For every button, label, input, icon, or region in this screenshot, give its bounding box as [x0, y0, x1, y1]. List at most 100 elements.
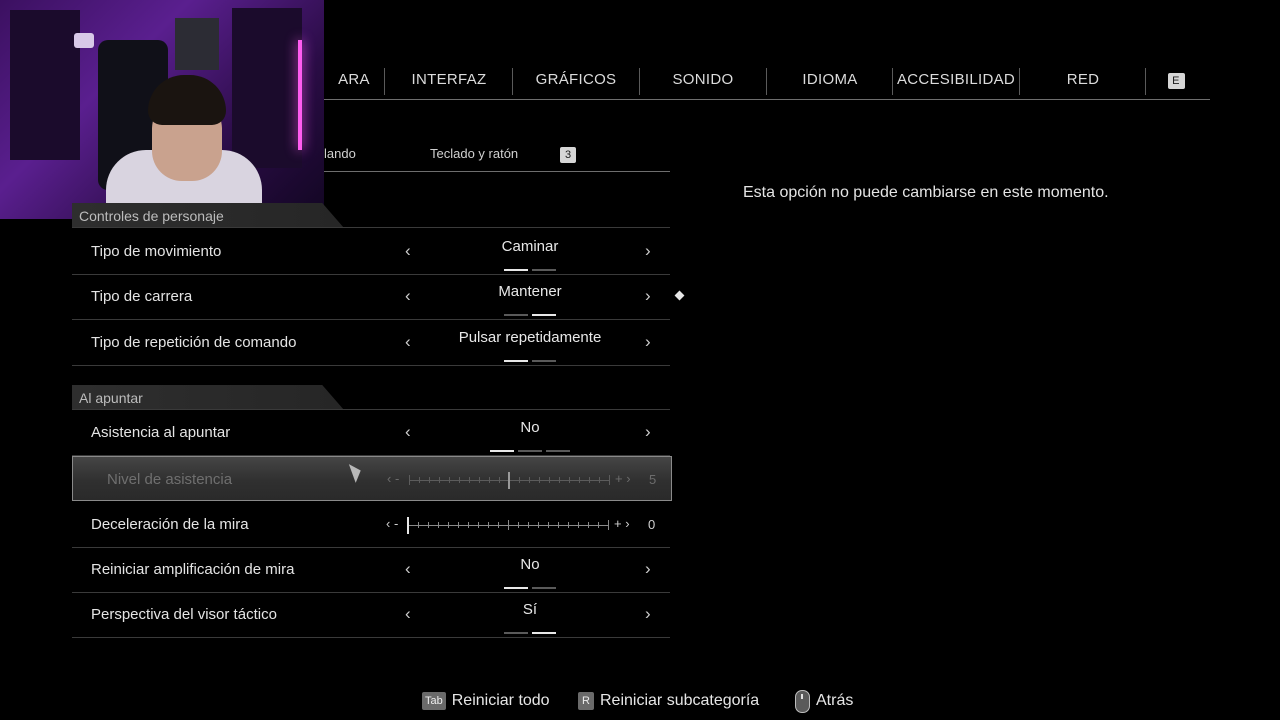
slider-track[interactable] — [407, 517, 609, 534]
subtab-controller[interactable]: lando — [324, 146, 356, 161]
setting-label: Tipo de movimiento — [91, 243, 222, 260]
chevron-left-icon[interactable]: ‹ — [405, 559, 411, 579]
slider-tick — [478, 522, 479, 528]
chevron-left-icon[interactable]: ‹ — [405, 332, 411, 352]
setting-assist-level[interactable]: Nivel de asistencia ‹ - + › 5 — [72, 456, 672, 501]
reticle-deceleration-slider[interactable]: ‹ - + › — [382, 516, 652, 534]
option-pip — [532, 632, 556, 634]
chevron-left-icon[interactable]: ‹ — [405, 286, 411, 306]
footer-label: Reiniciar todo — [451, 692, 550, 709]
setting-description: Esta opción no puede cambiarse en este m… — [743, 184, 1109, 201]
section-title: Al apuntar — [79, 390, 143, 406]
slider-tick — [448, 522, 449, 528]
setting-run-type[interactable]: Tipo de carrera ‹ Mantener › — [72, 274, 670, 320]
neon-light — [298, 40, 302, 150]
tab-accessibility[interactable]: ACCESIBILIDAD — [893, 64, 1019, 96]
tab-separator — [1145, 68, 1146, 95]
slider-tick — [439, 477, 440, 483]
slider-tick — [578, 522, 579, 528]
slider-tick — [429, 477, 430, 483]
footer-reset-all[interactable]: Tab Reiniciar todo — [422, 689, 550, 713]
slider-tick — [418, 522, 419, 528]
setting-label: Tipo de carrera — [91, 288, 193, 305]
slider-decrease-icon[interactable]: ‹ - — [386, 516, 398, 531]
setting-movement-type[interactable]: Tipo de movimiento ‹ Caminar › — [72, 229, 670, 275]
slider-tick — [469, 477, 470, 483]
setting-value: No — [422, 419, 638, 452]
slider-tick — [479, 477, 480, 483]
slider-increase-icon[interactable]: + › — [614, 516, 630, 531]
tab-interface[interactable]: INTERFAZ — [386, 64, 512, 96]
setting-reticle-deceleration[interactable]: Deceleración de la mira ‹ - + › 0 — [72, 502, 670, 548]
slider-tick — [539, 477, 540, 483]
footer-back[interactable]: Atrás — [795, 689, 853, 713]
chevron-right-icon[interactable]: › — [645, 332, 651, 352]
setting-value-text: Pulsar repetidamente — [458, 329, 602, 346]
sub-tab-bar: lando Teclado y ratón 3 — [324, 138, 670, 172]
slider-tick — [598, 522, 599, 528]
option-indicator — [422, 360, 638, 362]
mouse-right-click-icon — [795, 689, 810, 713]
setting-value-text: Sí — [522, 601, 538, 618]
setting-label: Nivel de asistencia — [107, 471, 233, 488]
slider-tick — [468, 522, 469, 528]
slider-value: 5 — [649, 472, 657, 487]
assist-level-slider[interactable]: ‹ - + › — [383, 471, 653, 489]
option-pip — [532, 360, 556, 362]
tab-sound[interactable]: SONIDO — [640, 64, 766, 96]
slider-thumb[interactable] — [407, 517, 409, 534]
key-r-icon: R — [578, 692, 594, 710]
slider-tick — [569, 477, 570, 483]
key-e-icon: E — [1167, 73, 1185, 89]
setting-aim-assist[interactable]: Asistencia al apuntar ‹ No › — [72, 410, 670, 456]
tab-language[interactable]: IDIOMA — [767, 64, 893, 96]
setting-reset-amplification[interactable]: Reiniciar amplificación de mira ‹ No › — [72, 547, 670, 593]
slider-tick — [558, 522, 559, 528]
setting-command-repeat[interactable]: Tipo de repetición de comando ‹ Pulsar r… — [72, 320, 670, 366]
subtab-next-key[interactable]: 3 — [560, 146, 576, 163]
setting-label: Reiniciar amplificación de mira — [91, 561, 295, 578]
option-indicator — [422, 587, 638, 589]
slider-thumb[interactable] — [508, 472, 510, 489]
slider-tick — [488, 522, 489, 528]
background-shelf — [232, 8, 302, 168]
chevron-right-icon[interactable]: › — [645, 241, 651, 261]
chevron-right-icon[interactable]: › — [645, 286, 651, 306]
chevron-right-icon[interactable]: › — [645, 559, 651, 579]
subtab-keyboard-mouse[interactable]: Teclado y ratón — [430, 146, 518, 161]
setting-value: Mantener — [422, 283, 638, 316]
footer-label: Atrás — [816, 692, 854, 709]
slider-tick — [588, 522, 589, 528]
section-title: Controles de personaje — [79, 208, 224, 224]
tab-controls[interactable]: ARA — [324, 64, 384, 96]
section-header-aiming: Al apuntar — [72, 385, 344, 410]
setting-value-text: No — [520, 556, 540, 573]
next-tab-key[interactable]: E — [1166, 64, 1186, 96]
footer-label: Reiniciar subcategoría — [600, 692, 760, 709]
tab-graphics[interactable]: GRÁFICOS — [513, 64, 639, 96]
slider-tick — [529, 477, 530, 483]
slider-tick — [559, 477, 560, 483]
option-indicator — [422, 314, 638, 316]
chevron-left-icon[interactable]: ‹ — [405, 241, 411, 261]
slider-increase-icon[interactable]: + › — [615, 471, 631, 486]
slider-tick — [568, 522, 569, 528]
chevron-right-icon[interactable]: › — [645, 422, 651, 442]
setting-tactical-view[interactable]: Perspectiva del visor táctico ‹ Sí › — [72, 592, 670, 638]
tab-network[interactable]: RED — [1020, 64, 1146, 96]
option-indicator — [422, 632, 638, 634]
chevron-right-icon[interactable]: › — [645, 604, 651, 624]
background-poster — [175, 18, 219, 70]
option-pip — [532, 269, 556, 271]
slider-decrease-icon[interactable]: ‹ - — [387, 471, 399, 486]
setting-value: Pulsar repetidamente — [422, 329, 638, 362]
chevron-left-icon[interactable]: ‹ — [405, 604, 411, 624]
option-pip — [504, 360, 528, 362]
slider-track[interactable] — [409, 472, 610, 489]
slider-tick — [489, 477, 490, 483]
chevron-left-icon[interactable]: ‹ — [405, 422, 411, 442]
slider-value: 0 — [648, 517, 656, 532]
background-shelf — [10, 10, 80, 160]
footer-reset-subcategory[interactable]: R Reiniciar subcategoría — [578, 689, 759, 713]
option-pip — [504, 587, 528, 589]
